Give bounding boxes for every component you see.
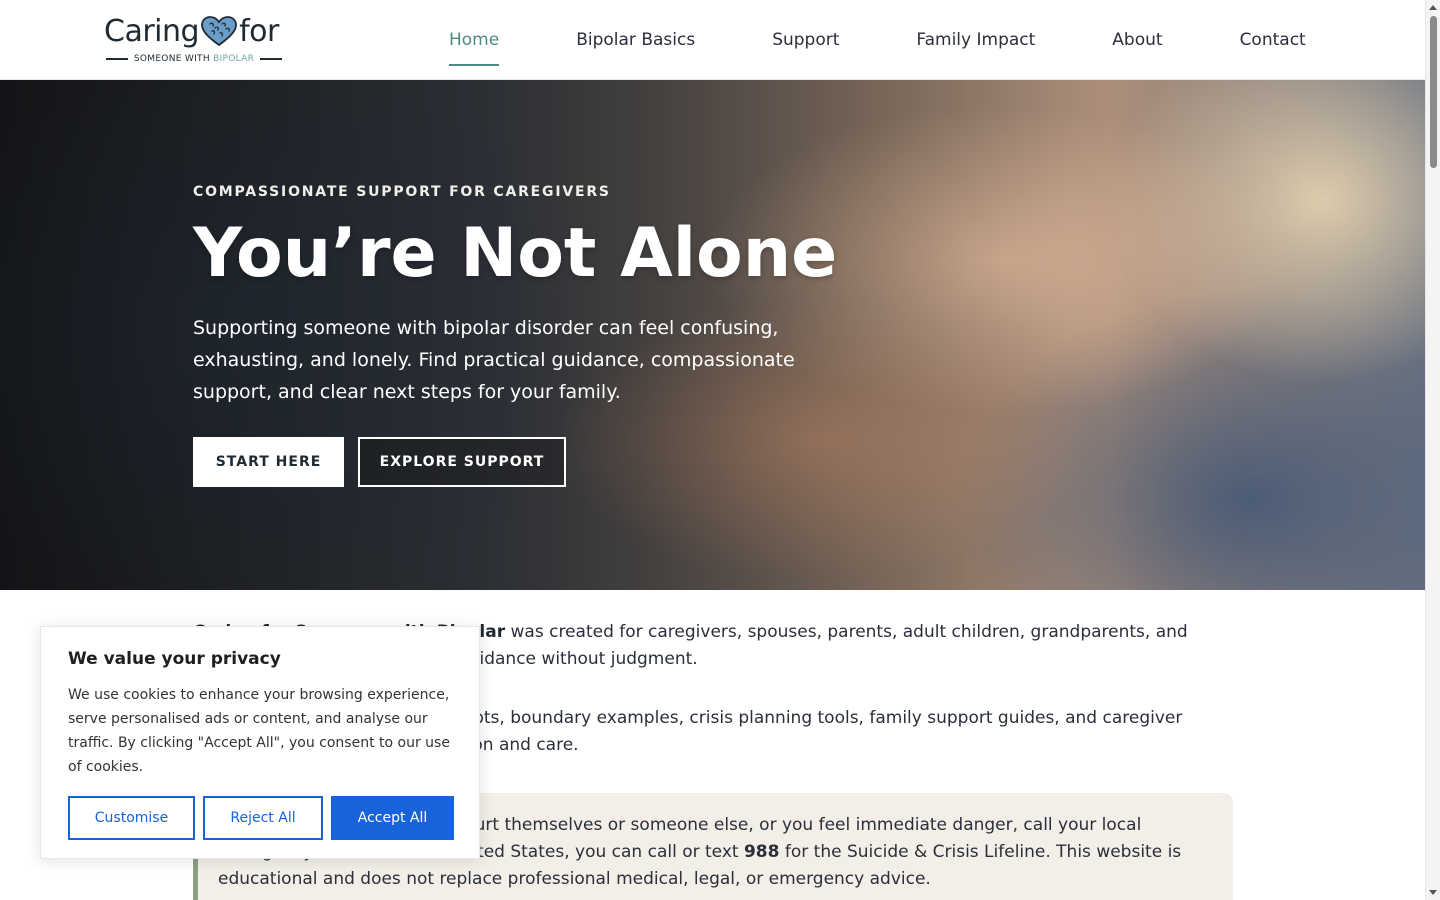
- logo-tagline: SOMEONE WITH BIPOLAR: [106, 52, 282, 66]
- hero-buttons: START HERE EXPLORE SUPPORT: [193, 437, 566, 487]
- hero-description: Supporting someone with bipolar disorder…: [193, 317, 795, 403]
- cookie-description: We use cookies to enhance your browsing …: [68, 687, 450, 775]
- reject-all-button[interactable]: Reject All: [203, 796, 323, 840]
- cookie-title: We value your privacy: [68, 649, 281, 669]
- nav-family-impact[interactable]: Family Impact: [916, 30, 1035, 50]
- start-here-button[interactable]: START HERE: [193, 437, 344, 487]
- page-scrollbar[interactable]: [1425, 0, 1440, 900]
- logo-rule-left: [106, 58, 128, 60]
- explore-support-button[interactable]: EXPLORE SUPPORT: [358, 437, 566, 487]
- customise-button[interactable]: Customise: [68, 796, 195, 840]
- nav-home[interactable]: Home: [449, 30, 500, 66]
- hero-eyebrow: COMPASSIONATE SUPPORT FOR CAREGIVERS: [193, 184, 611, 200]
- logo-text-left: Caring: [104, 14, 200, 49]
- logo-wordmark: Caring for: [104, 14, 279, 50]
- cookie-consent-banner: We value your privacy We use cookies to …: [40, 626, 480, 859]
- scroll-thumb[interactable]: [1430, 16, 1437, 168]
- site-header: Caring for SOMEONE WITH BIPOLAR Home Bip…: [0, 0, 1425, 80]
- nav-support[interactable]: Support: [772, 30, 839, 50]
- crisis-number: 988: [743, 842, 780, 862]
- nav-bipolar-basics[interactable]: Bipolar Basics: [576, 30, 695, 50]
- site-logo[interactable]: Caring for SOMEONE WITH BIPOLAR: [104, 14, 284, 66]
- scroll-up-arrow-icon[interactable]: [1429, 5, 1437, 10]
- main-nav: Home Bipolar Basics Support Family Impac…: [449, 0, 1306, 80]
- cookie-buttons: Customise Reject All Accept All: [68, 796, 454, 840]
- hero-banner: COMPASSIONATE SUPPORT FOR CAREGIVERS You…: [0, 80, 1425, 590]
- accept-all-button[interactable]: Accept All: [331, 796, 454, 840]
- logo-tagline-text: SOMEONE WITH BIPOLAR: [133, 54, 255, 64]
- logo-rule-right: [260, 58, 282, 60]
- logo-text-right: for: [239, 14, 279, 49]
- brain-heart-icon: [201, 16, 237, 47]
- hero-title: You’re Not Alone: [193, 214, 838, 293]
- nav-contact[interactable]: Contact: [1240, 30, 1306, 50]
- hero-content: COMPASSIONATE SUPPORT FOR CAREGIVERS You…: [193, 80, 893, 590]
- scroll-down-arrow-icon[interactable]: [1429, 890, 1437, 895]
- nav-about[interactable]: About: [1112, 30, 1162, 50]
